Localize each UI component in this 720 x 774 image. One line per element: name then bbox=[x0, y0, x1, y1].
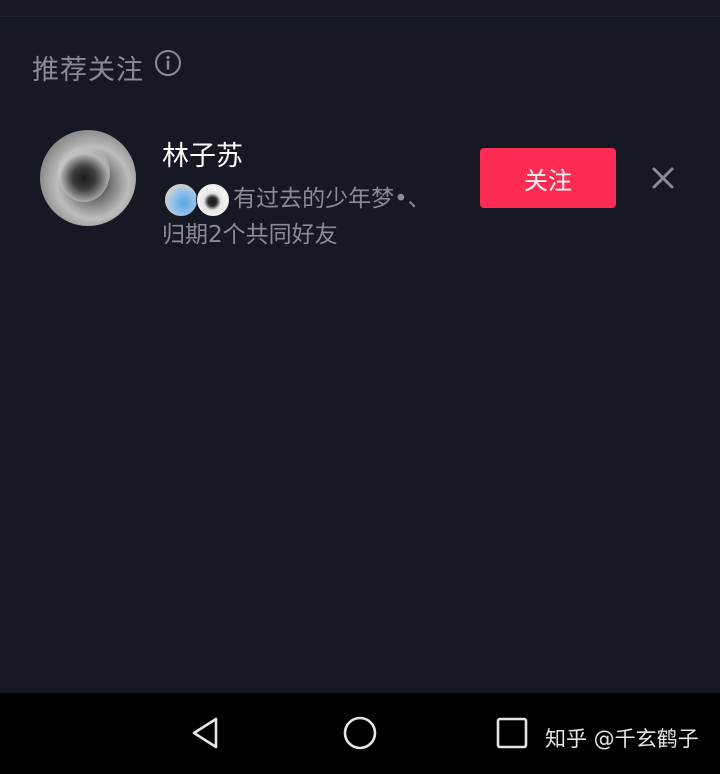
system-navigation-bar: 知乎 @千玄鹤子 bbox=[0, 693, 720, 774]
follow-button-label: 关注 bbox=[524, 166, 572, 195]
info-icon[interactable] bbox=[154, 49, 182, 77]
home-circle-icon[interactable] bbox=[342, 715, 378, 751]
section-title: 推荐关注 bbox=[32, 55, 144, 86]
mutual-friend-avatar bbox=[196, 183, 230, 217]
mutual-friend-avatar bbox=[164, 183, 198, 217]
user-name[interactable]: 林子苏 bbox=[162, 134, 243, 173]
recommended-follows-header: 推荐关注 bbox=[32, 48, 182, 87]
top-divider bbox=[0, 16, 720, 17]
mutual-friends-text-line2: 归期2个共同好友 bbox=[162, 222, 338, 248]
mutual-friends-text-line1: 有过去的少年梦•、 bbox=[233, 186, 431, 212]
close-icon[interactable] bbox=[650, 165, 676, 191]
watermark: 知乎 @千玄鹤子 bbox=[545, 727, 699, 751]
recent-apps-square-icon[interactable] bbox=[495, 716, 529, 750]
mutual-friends-info: 有过去的少年梦•、 归期2个共同好友 bbox=[162, 181, 462, 253]
user-avatar[interactable] bbox=[40, 130, 136, 226]
follow-button[interactable]: 关注 bbox=[480, 148, 616, 208]
mutual-friend-avatars bbox=[162, 182, 230, 217]
back-triangle-icon[interactable] bbox=[188, 715, 224, 751]
